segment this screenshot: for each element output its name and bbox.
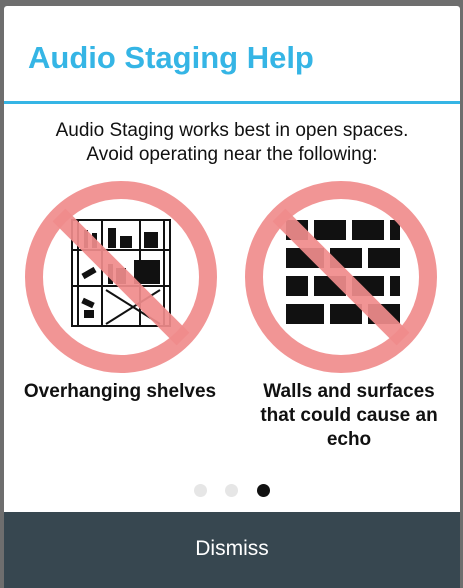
page-dot-3 [257, 484, 270, 497]
dialog-message: Audio Staging works best in open spaces.… [4, 119, 460, 167]
shelves-prohibited-icon [25, 181, 217, 373]
shelves-caption: Overhanging shelves [23, 381, 217, 402]
brick-wall-prohibited-icon [245, 181, 437, 373]
page-dot-2 [225, 484, 238, 497]
dismiss-button[interactable]: Dismiss [4, 512, 460, 588]
help-dialog: Audio Staging Help Audio Staging works b… [4, 6, 460, 588]
message-line-1: Audio Staging works best in open spaces. [55, 120, 409, 141]
page-indicator [4, 484, 460, 498]
walls-caption: Walls and surfaces that could cause an e… [260, 381, 438, 450]
title-divider [4, 101, 460, 104]
page-dot-1 [194, 484, 207, 497]
dialog-title: Audio Staging Help [28, 40, 314, 75]
message-line-2: Avoid operating near the following: [86, 144, 378, 165]
